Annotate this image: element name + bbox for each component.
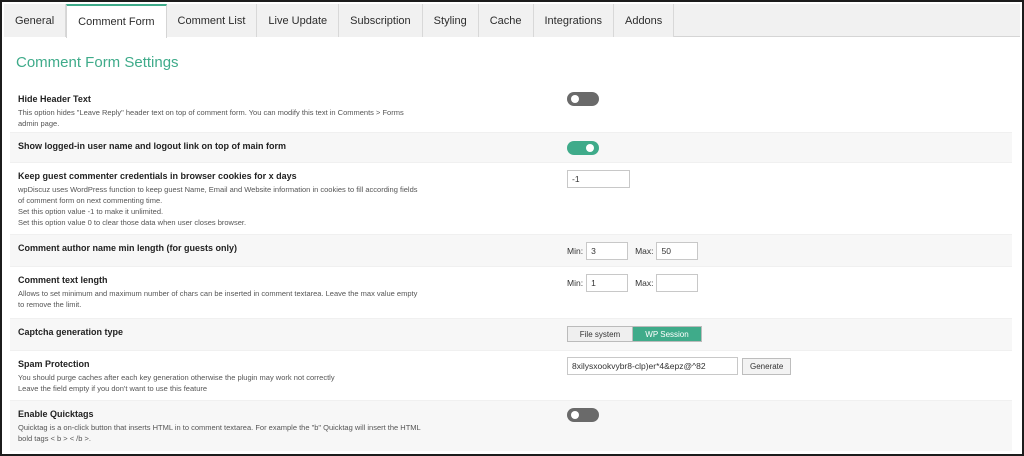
text-length-max-input[interactable]: [656, 274, 699, 292]
setting-show-logged-in: Show logged-in user name and logout link…: [10, 133, 1012, 163]
tab-general[interactable]: General: [4, 4, 67, 37]
description-line: of comment form on next commenting time.: [18, 196, 163, 205]
tab-addons[interactable]: Addons: [613, 4, 675, 37]
setting-label: Spam Protection: [18, 359, 90, 369]
description-line: bold tags < b > < /b >.: [18, 434, 91, 443]
max-label: Max:: [635, 246, 654, 256]
setting-hide-header: Hide Header Text This option hides "Leav…: [10, 86, 1012, 133]
description-line: Leave the field empty if you don't want …: [18, 384, 208, 393]
generate-button[interactable]: Generate: [742, 357, 792, 375]
setting-description: This option hides "Leave Reply" header t…: [18, 107, 458, 129]
tab-comment-form[interactable]: Comment Form: [66, 4, 167, 38]
tab-styling[interactable]: Styling: [422, 4, 479, 37]
description-line: admin page.: [18, 119, 60, 128]
setting-quicktags: Enable Quicktags Quicktag is a on-click …: [10, 401, 1012, 451]
setting-label: Enable Quicktags: [18, 409, 94, 419]
description-line: Set this option value -1 to make it unli…: [18, 207, 164, 216]
setting-label: Keep guest commenter credentials in brow…: [18, 171, 297, 181]
description-line: Quicktag is a on-click button that inser…: [18, 423, 421, 432]
toggle-knob: [571, 95, 579, 103]
description-line: This option hides "Leave Reply" header t…: [18, 108, 404, 117]
tab-comment-list[interactable]: Comment List: [166, 4, 258, 37]
setting-description: Allows to set minimum and maximum number…: [18, 288, 458, 310]
tab-cache[interactable]: Cache: [478, 4, 534, 37]
min-label: Min:: [567, 278, 584, 288]
setting-label: Comment author name min length (for gues…: [18, 243, 238, 253]
author-name-max-input[interactable]: 50: [656, 242, 699, 260]
tab-live-update[interactable]: Live Update: [257, 4, 340, 37]
description-line: Allows to set minimum and maximum number…: [18, 289, 418, 298]
toggle-knob: [586, 144, 594, 152]
hide-header-toggle[interactable]: [567, 92, 599, 106]
min-label: Min:: [567, 246, 584, 256]
setting-author-name-length: Comment author name min length (for gues…: [10, 235, 1012, 267]
author-name-min-input[interactable]: 3: [586, 242, 629, 260]
text-length-min-input[interactable]: 1: [586, 274, 629, 292]
captcha-option-file-system[interactable]: File system: [568, 327, 633, 341]
spam-key-controls: 8xilysxookvybr8-clp)er*4&epz@^82 Generat…: [567, 357, 792, 375]
setting-text-length: Comment text length Allows to set minimu…: [10, 267, 1012, 319]
tab-bar: General Comment Form Comment List Live U…: [4, 4, 1020, 38]
setting-description: wpDiscuz uses WordPress function to keep…: [18, 184, 458, 228]
text-length-minmax: Min: 1 Max:: [567, 274, 699, 292]
tab-subscription[interactable]: Subscription: [339, 4, 423, 37]
description-line: to remove the limit.: [18, 300, 82, 309]
description-line: You should purge caches after each key g…: [18, 373, 335, 382]
setting-description: Quicktag is a on-click button that inser…: [18, 422, 458, 444]
setting-keep-cookies: Keep guest commenter credentials in brow…: [10, 163, 1012, 235]
page-title: Comment Form Settings: [16, 54, 179, 71]
quicktags-toggle[interactable]: [567, 408, 599, 422]
setting-label: Hide Header Text: [18, 94, 91, 104]
author-name-minmax: Min: 3 Max: 50: [567, 242, 699, 260]
captcha-type-selector: File system WP Session: [567, 326, 702, 342]
captcha-option-wp-session[interactable]: WP Session: [633, 327, 701, 341]
tab-integrations[interactable]: Integrations: [533, 4, 614, 37]
show-logged-in-toggle[interactable]: [567, 141, 599, 155]
setting-label: Comment text length: [18, 275, 108, 285]
setting-label: Captcha generation type: [18, 327, 124, 337]
setting-captcha-type: Captcha generation type File system WP S…: [10, 319, 1012, 351]
settings-content: Comment Form Settings Hide Header Text T…: [4, 38, 1020, 452]
setting-description: You should purge caches after each key g…: [18, 372, 458, 394]
max-label: Max:: [635, 278, 654, 288]
setting-label: Show logged-in user name and logout link…: [18, 141, 286, 151]
description-line: wpDiscuz uses WordPress function to keep…: [18, 185, 418, 194]
spam-key-input[interactable]: 8xilysxookvybr8-clp)er*4&epz@^82: [567, 357, 738, 375]
toggle-knob: [571, 411, 579, 419]
settings-window: General Comment Form Comment List Live U…: [0, 0, 1024, 456]
cookie-days-input[interactable]: -1: [567, 170, 630, 188]
description-line: Set this option value 0 to clear those d…: [18, 218, 247, 227]
setting-spam-protection: Spam Protection You should purge caches …: [10, 351, 1012, 401]
